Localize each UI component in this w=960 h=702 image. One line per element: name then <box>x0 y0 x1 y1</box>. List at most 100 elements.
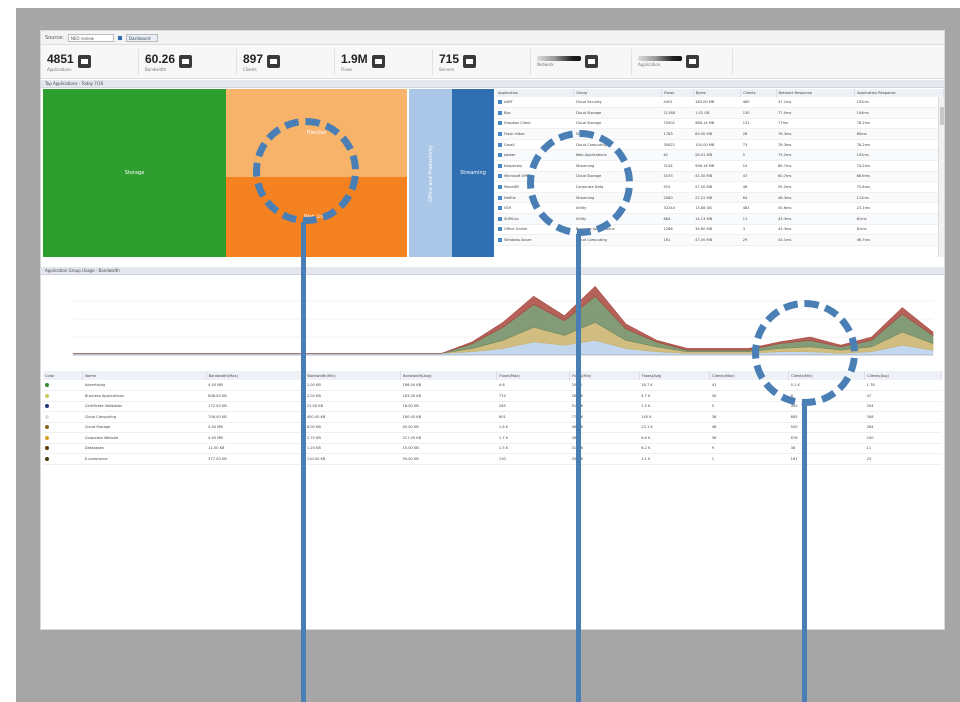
table-cell: 15.00 KB <box>400 443 497 454</box>
column-header[interactable]: Name <box>82 371 207 380</box>
table-cell: 204 <box>864 401 942 412</box>
table-cell: 217.00 KB <box>400 432 497 444</box>
table-cell: 1.20 KB <box>304 443 401 454</box>
color-swatch-cell <box>43 380 83 391</box>
callout-line-table <box>576 234 581 702</box>
cell-text: Flash Video <box>504 132 525 137</box>
kpi-spark-tile[interactable]: Application <box>638 48 733 75</box>
column-header[interactable]: Network Response <box>776 89 856 97</box>
table-cell: E-commerce <box>82 453 207 465</box>
table-row[interactable]: Box Cloud Storage 21168 1.02 GB 130 77.0ms 104… <box>496 107 944 119</box>
table-cell: 3193 <box>661 171 694 183</box>
status-icon <box>686 55 699 68</box>
column-header[interactable]: Bandwidth(Min) <box>304 371 401 380</box>
table-cell: 1.00 KB <box>304 380 401 391</box>
column-header[interactable]: Flows <box>661 89 694 97</box>
table-cell: 6.6 K <box>639 432 710 444</box>
color-swatch-cell <box>43 432 83 444</box>
column-header[interactable]: Bandwidth(Max) <box>206 371 306 380</box>
table-cell: 183.00 MB <box>693 97 741 109</box>
table-cell: 14 <box>740 160 777 172</box>
table-cell: 77.0ms <box>776 107 855 119</box>
column-header[interactable]: Color <box>43 371 84 380</box>
table-cell: 4.6 <box>496 380 570 391</box>
table-cell: Cloud Storage <box>82 422 207 433</box>
table-cell: 112ms <box>854 192 944 204</box>
cell-text: SUPA.ko <box>504 216 519 221</box>
kpi-tile[interactable]: 897 Clients <box>243 48 335 75</box>
table-cell: 80ms <box>854 128 944 140</box>
view-select[interactable]: Dashboard <box>125 33 158 42</box>
kpi-caption: Clients <box>243 66 257 72</box>
column-header[interactable]: Flows(Max) <box>496 371 571 380</box>
table-cell: 55.2ms <box>776 181 855 193</box>
cell-text: Netflix <box>504 195 516 200</box>
table-cell: 77ms <box>776 118 855 130</box>
table-row[interactable]: AIMT Cloud Security 4401 183.00 MB 480 47.1ms… <box>496 97 944 109</box>
table-cell: 483 <box>740 202 777 215</box>
series-color-dot <box>45 446 49 451</box>
column-header[interactable]: Bandwidth(Avg) <box>400 371 498 380</box>
table-cell: 161 <box>788 453 865 465</box>
kpi-tile[interactable]: 715 Servers <box>439 48 531 75</box>
series-color-dot <box>45 425 49 430</box>
callout-ring-table <box>527 130 633 236</box>
table-cell: 1783 <box>661 128 694 140</box>
kpi-value: 4851 <box>47 51 74 66</box>
table-cell: 47.00 MB <box>693 234 741 246</box>
table-cell: 36 <box>709 432 789 444</box>
treemap-tile-office[interactable]: Office and Productivity <box>409 89 452 257</box>
column-header[interactable]: Clients(Avg) <box>864 371 942 380</box>
table-cell: 35822 <box>661 139 694 151</box>
treemap-tile-streaming[interactable]: Streaming <box>452 89 494 257</box>
column-header[interactable]: Flows(Avg) <box>639 371 711 380</box>
series-color-dot <box>45 435 49 440</box>
kpi-spark-tile[interactable]: Network <box>537 48 632 75</box>
table-cell: 102ms <box>854 97 944 109</box>
table-cell: 808.00 KB <box>206 390 305 402</box>
table-cell: Cloud Storage <box>573 118 662 130</box>
callout-line-treemap <box>301 222 306 702</box>
table-cell: 78.2ms <box>854 139 944 151</box>
treemap-tile-storage[interactable]: Storage <box>43 89 226 257</box>
table-cell: Business Applications <box>82 390 207 402</box>
source-select[interactable]: NEO review <box>67 33 114 42</box>
callout-line-chart <box>802 404 807 702</box>
cell-text: Office Online <box>504 227 528 232</box>
column-header[interactable]: Clients <box>740 89 777 97</box>
app-icon <box>77 55 91 68</box>
table-cell: 6.2 K <box>639 443 710 454</box>
column-header[interactable]: Application <box>496 89 575 97</box>
kpi-tile[interactable]: 60.26 Bandwidth <box>145 48 237 75</box>
kpi-tile[interactable]: 1.9M Flows <box>341 48 433 75</box>
table-row[interactable]: Windows Azure Cloud Computing 161 47.00 MB 2… <box>496 234 944 246</box>
cell-text: Dropbox Client <box>504 121 531 126</box>
series-color-dot <box>45 383 49 387</box>
table-cell: 348 <box>864 411 942 423</box>
table-cell: 145 K <box>639 411 710 423</box>
servers-icon <box>463 55 477 68</box>
table-cell: 4.00 MB <box>206 432 305 444</box>
table-cell: 1.8 K <box>496 422 570 433</box>
table-cell: 102ms <box>854 149 944 162</box>
table-cell: 29 <box>740 234 777 246</box>
table-row[interactable]: Dropbox Client Cloud Storage 75902 988.14 M… <box>496 118 944 130</box>
column-header[interactable]: Application Response <box>854 89 944 97</box>
cell-text: Jabber <box>504 153 516 158</box>
color-swatch-cell <box>43 443 83 454</box>
table-cell: 38 <box>788 443 865 454</box>
table-scrollbar[interactable] <box>938 97 944 257</box>
app-icon <box>498 227 502 232</box>
table-cell: 5 <box>740 149 777 162</box>
column-header[interactable]: Group <box>573 89 662 97</box>
cell-text: Kaspersky <box>504 163 523 168</box>
callout-ring-treemap <box>253 118 359 224</box>
column-header[interactable]: Bytes <box>693 89 742 97</box>
table-cell: 1.5 K <box>496 443 570 454</box>
table-cell: 59.00 KB <box>400 453 497 465</box>
table-cell: 57.00 MB <box>693 181 741 193</box>
table-cell: 110.00 KB <box>304 453 401 465</box>
kpi-value: 897 <box>243 51 264 66</box>
kpi-tile[interactable]: 4851 Applications <box>47 48 139 75</box>
table-cell: Cloud Security <box>573 97 662 109</box>
